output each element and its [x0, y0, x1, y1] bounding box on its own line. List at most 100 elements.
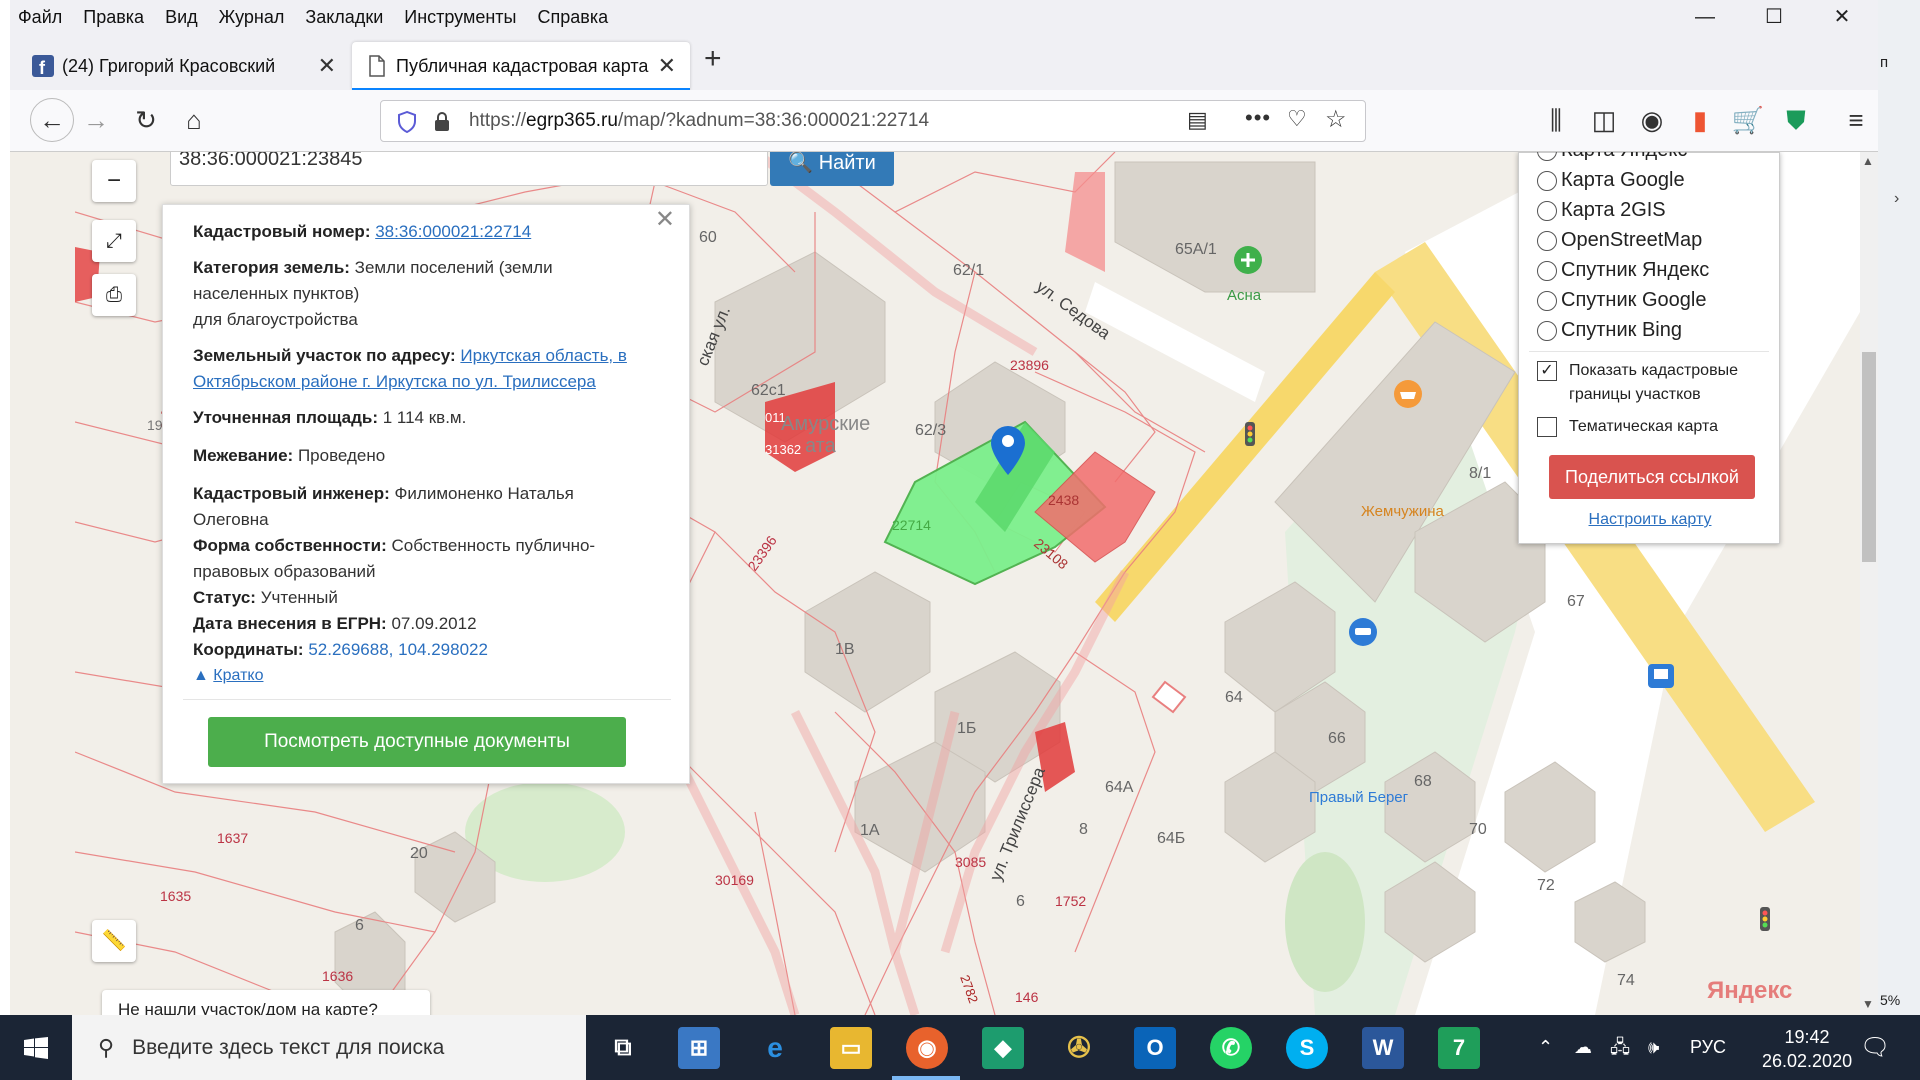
coordinates-value[interactable]: 52.269688, 104.298022 — [308, 640, 488, 659]
shop-basket-icon[interactable] — [1394, 380, 1422, 408]
parcel-label-1636: 1636 — [322, 968, 353, 984]
yandex-logo[interactable]: Яндекс — [1707, 977, 1792, 1004]
layer-bing-satellite[interactable]: Спутник Bing — [1537, 319, 1682, 342]
zoom-out-button[interactable]: − — [92, 160, 136, 202]
not-found-link[interactable]: Не нашли участок/дом на карте? — [102, 990, 430, 1015]
edge-icon[interactable]: e — [754, 1027, 796, 1069]
parcel-label-1752: 1752 — [1055, 893, 1086, 909]
firefox-icon[interactable]: ◉ — [906, 1027, 948, 1069]
building-label-20: 20 — [410, 845, 428, 862]
active-app-indicator — [892, 1076, 960, 1080]
menu-view[interactable]: Вид — [165, 7, 198, 28]
bus-stop-icon[interactable] — [1648, 664, 1674, 688]
menu-file[interactable]: Файл — [18, 7, 62, 28]
view-documents-button[interactable]: Посмотреть доступные документы — [208, 717, 626, 767]
page-scrollbar[interactable]: ▲ ▼ — [1860, 152, 1878, 1015]
address-link-2[interactable]: Октябрьском районе г. Иркутска по ул. Тр… — [193, 372, 596, 391]
menu-edit[interactable]: Правка — [83, 7, 144, 28]
extension-bookmark-icon[interactable]: ▮ — [1682, 102, 1718, 138]
sidebar-icon[interactable]: ◫ — [1586, 102, 1622, 138]
layer-google-satellite[interactable]: Спутник Google — [1537, 289, 1706, 312]
home-icon[interactable]: ⌂ — [176, 102, 212, 138]
hamburger-menu-icon[interactable]: ≡ — [1838, 102, 1874, 138]
layer-yandex-satellite[interactable]: Спутник Яндекс — [1537, 259, 1709, 282]
bookmark-star-icon[interactable]: ☆ — [1325, 105, 1347, 134]
new-tab-button[interactable]: + — [704, 42, 722, 76]
menu-help[interactable]: Справка — [538, 7, 609, 28]
more-actions-icon[interactable]: ••• — [1245, 105, 1271, 131]
network-icon[interactable]: 🖧 — [1610, 1015, 1630, 1080]
fullscreen-icon[interactable]: ⤢ — [92, 220, 136, 262]
print-icon[interactable]: ⎙ — [92, 274, 136, 316]
menu-bookmarks[interactable]: Закладки — [305, 7, 383, 28]
share-link-button[interactable]: Поделиться ссылкой — [1549, 455, 1755, 499]
tab-cadastral-map[interactable]: Публичная кадастровая карта ✕ — [352, 42, 690, 90]
volume-icon[interactable]: 🕪 — [1648, 1015, 1659, 1080]
place-label-amurskie: Амурские — [781, 413, 870, 435]
security-extension-icon[interactable]: ⛊ — [1778, 102, 1814, 138]
cart-icon[interactable]: 🛒 — [1730, 102, 1766, 138]
language-indicator[interactable]: РУС — [1690, 1015, 1726, 1080]
file-explorer-icon[interactable]: ▭ — [830, 1027, 872, 1069]
url-bar[interactable]: https://egrp365.ru/map/?kadnum=38:36:000… — [380, 100, 1366, 142]
whatsapp-icon[interactable]: ✆ — [1210, 1027, 1252, 1069]
popup-divider — [183, 699, 671, 700]
car-service-icon[interactable] — [1349, 618, 1377, 646]
cadastral-search-input[interactable]: 38:36:000021:23845 — [170, 152, 768, 186]
map-page[interactable]: 65А/1 62/1 62с1 62/3 60 23896 22714 2438… — [10, 152, 1878, 1015]
building-label-81: 8/1 — [1469, 465, 1491, 482]
app-icon-wheel[interactable]: ✇ — [1058, 1027, 1100, 1069]
poi-label-pravy-bereg[interactable]: Правый Берег — [1309, 789, 1409, 806]
cloud-icon[interactable]: ☁ — [1574, 1015, 1592, 1080]
address-link[interactable]: Иркутская область, в — [460, 346, 627, 365]
layer-google-map[interactable]: Карта Google — [1537, 169, 1685, 192]
brief-link[interactable]: Кратко — [213, 667, 263, 684]
navigation-bar: ← → ↻ ⌂ https://egrp365.ru/map/?kadnum=3… — [10, 90, 1878, 152]
find-button[interactable]: 🔍 Найти — [770, 152, 894, 186]
layer-yandex-map[interactable]: Карта Яндекс — [1537, 152, 1687, 162]
word-icon[interactable]: W — [1362, 1027, 1404, 1069]
outlook-icon[interactable]: O — [1134, 1027, 1176, 1069]
pharmacy-icon[interactable] — [1234, 246, 1262, 274]
clock[interactable]: 19:42 26.02.2020 — [1762, 1025, 1852, 1073]
close-tab-icon[interactable]: ✕ — [658, 53, 676, 79]
app-icon-7[interactable]: 7 — [1438, 1027, 1480, 1069]
tab-facebook[interactable]: f (24) Григорий Красовский ✕ — [18, 42, 350, 90]
maximize-button[interactable]: ☐ — [1754, 4, 1794, 30]
pocket-icon[interactable]: ♡ — [1287, 106, 1307, 132]
parcel-label-2438: 2438 — [1048, 492, 1079, 508]
poi-label-zhemchuzhina[interactable]: Жемчужина — [1361, 503, 1445, 520]
app-icon-green[interactable]: ◆ — [982, 1027, 1024, 1069]
scrollbar-thumb[interactable] — [1862, 352, 1876, 562]
tray-chevron-icon[interactable]: ⌃ — [1538, 1015, 1553, 1080]
layer-openstreetmap[interactable]: OpenStreetMap — [1537, 229, 1702, 252]
scroll-down-icon[interactable]: ▼ — [1862, 997, 1874, 1011]
back-icon[interactable]: ← — [30, 98, 74, 142]
account-icon[interactable]: ◉ — [1634, 102, 1670, 138]
scroll-up-icon[interactable]: ▲ — [1862, 154, 1874, 168]
configure-map-link[interactable]: Настроить карту — [1519, 511, 1781, 529]
task-view-icon[interactable]: ⧉ — [602, 1027, 644, 1069]
forward-icon[interactable]: → — [78, 102, 114, 138]
parcel-label-19: 19 — [147, 417, 163, 433]
area-label: Уточненная площадь: — [193, 408, 378, 427]
menu-tools[interactable]: Инструменты — [404, 7, 516, 28]
taskbar-search-box[interactable]: ⚲ Введите здесь текст для поиска — [72, 1015, 586, 1080]
reload-icon[interactable]: ↻ — [128, 102, 164, 138]
menu-history[interactable]: Журнал — [219, 7, 285, 28]
cadastral-borders-checkbox[interactable]: ✓ Показать кадастровые границы участков — [1537, 359, 1767, 407]
windows-start-icon[interactable] — [24, 1037, 48, 1059]
notification-icon[interactable]: 🗨 — [1860, 1015, 1890, 1080]
cadastral-number-link[interactable]: 38:36:000021:22714 — [375, 222, 531, 241]
library-icon[interactable]: ⫼ — [1538, 102, 1574, 138]
minimize-button[interactable]: — — [1685, 4, 1725, 30]
thematic-map-checkbox[interactable]: Тематическая карта — [1537, 415, 1718, 439]
reader-view-icon[interactable]: ▤ — [1187, 107, 1208, 133]
skype-icon[interactable]: S — [1286, 1027, 1328, 1069]
close-window-button[interactable]: ✕ — [1822, 4, 1862, 30]
poi-label-asna[interactable]: Асна — [1227, 287, 1262, 304]
layer-2gis-map[interactable]: Карта 2GIS — [1537, 199, 1666, 222]
ruler-icon[interactable]: 📏 — [92, 920, 136, 962]
close-tab-icon[interactable]: ✕ — [318, 53, 336, 79]
store-icon[interactable]: ⊞ — [678, 1027, 720, 1069]
